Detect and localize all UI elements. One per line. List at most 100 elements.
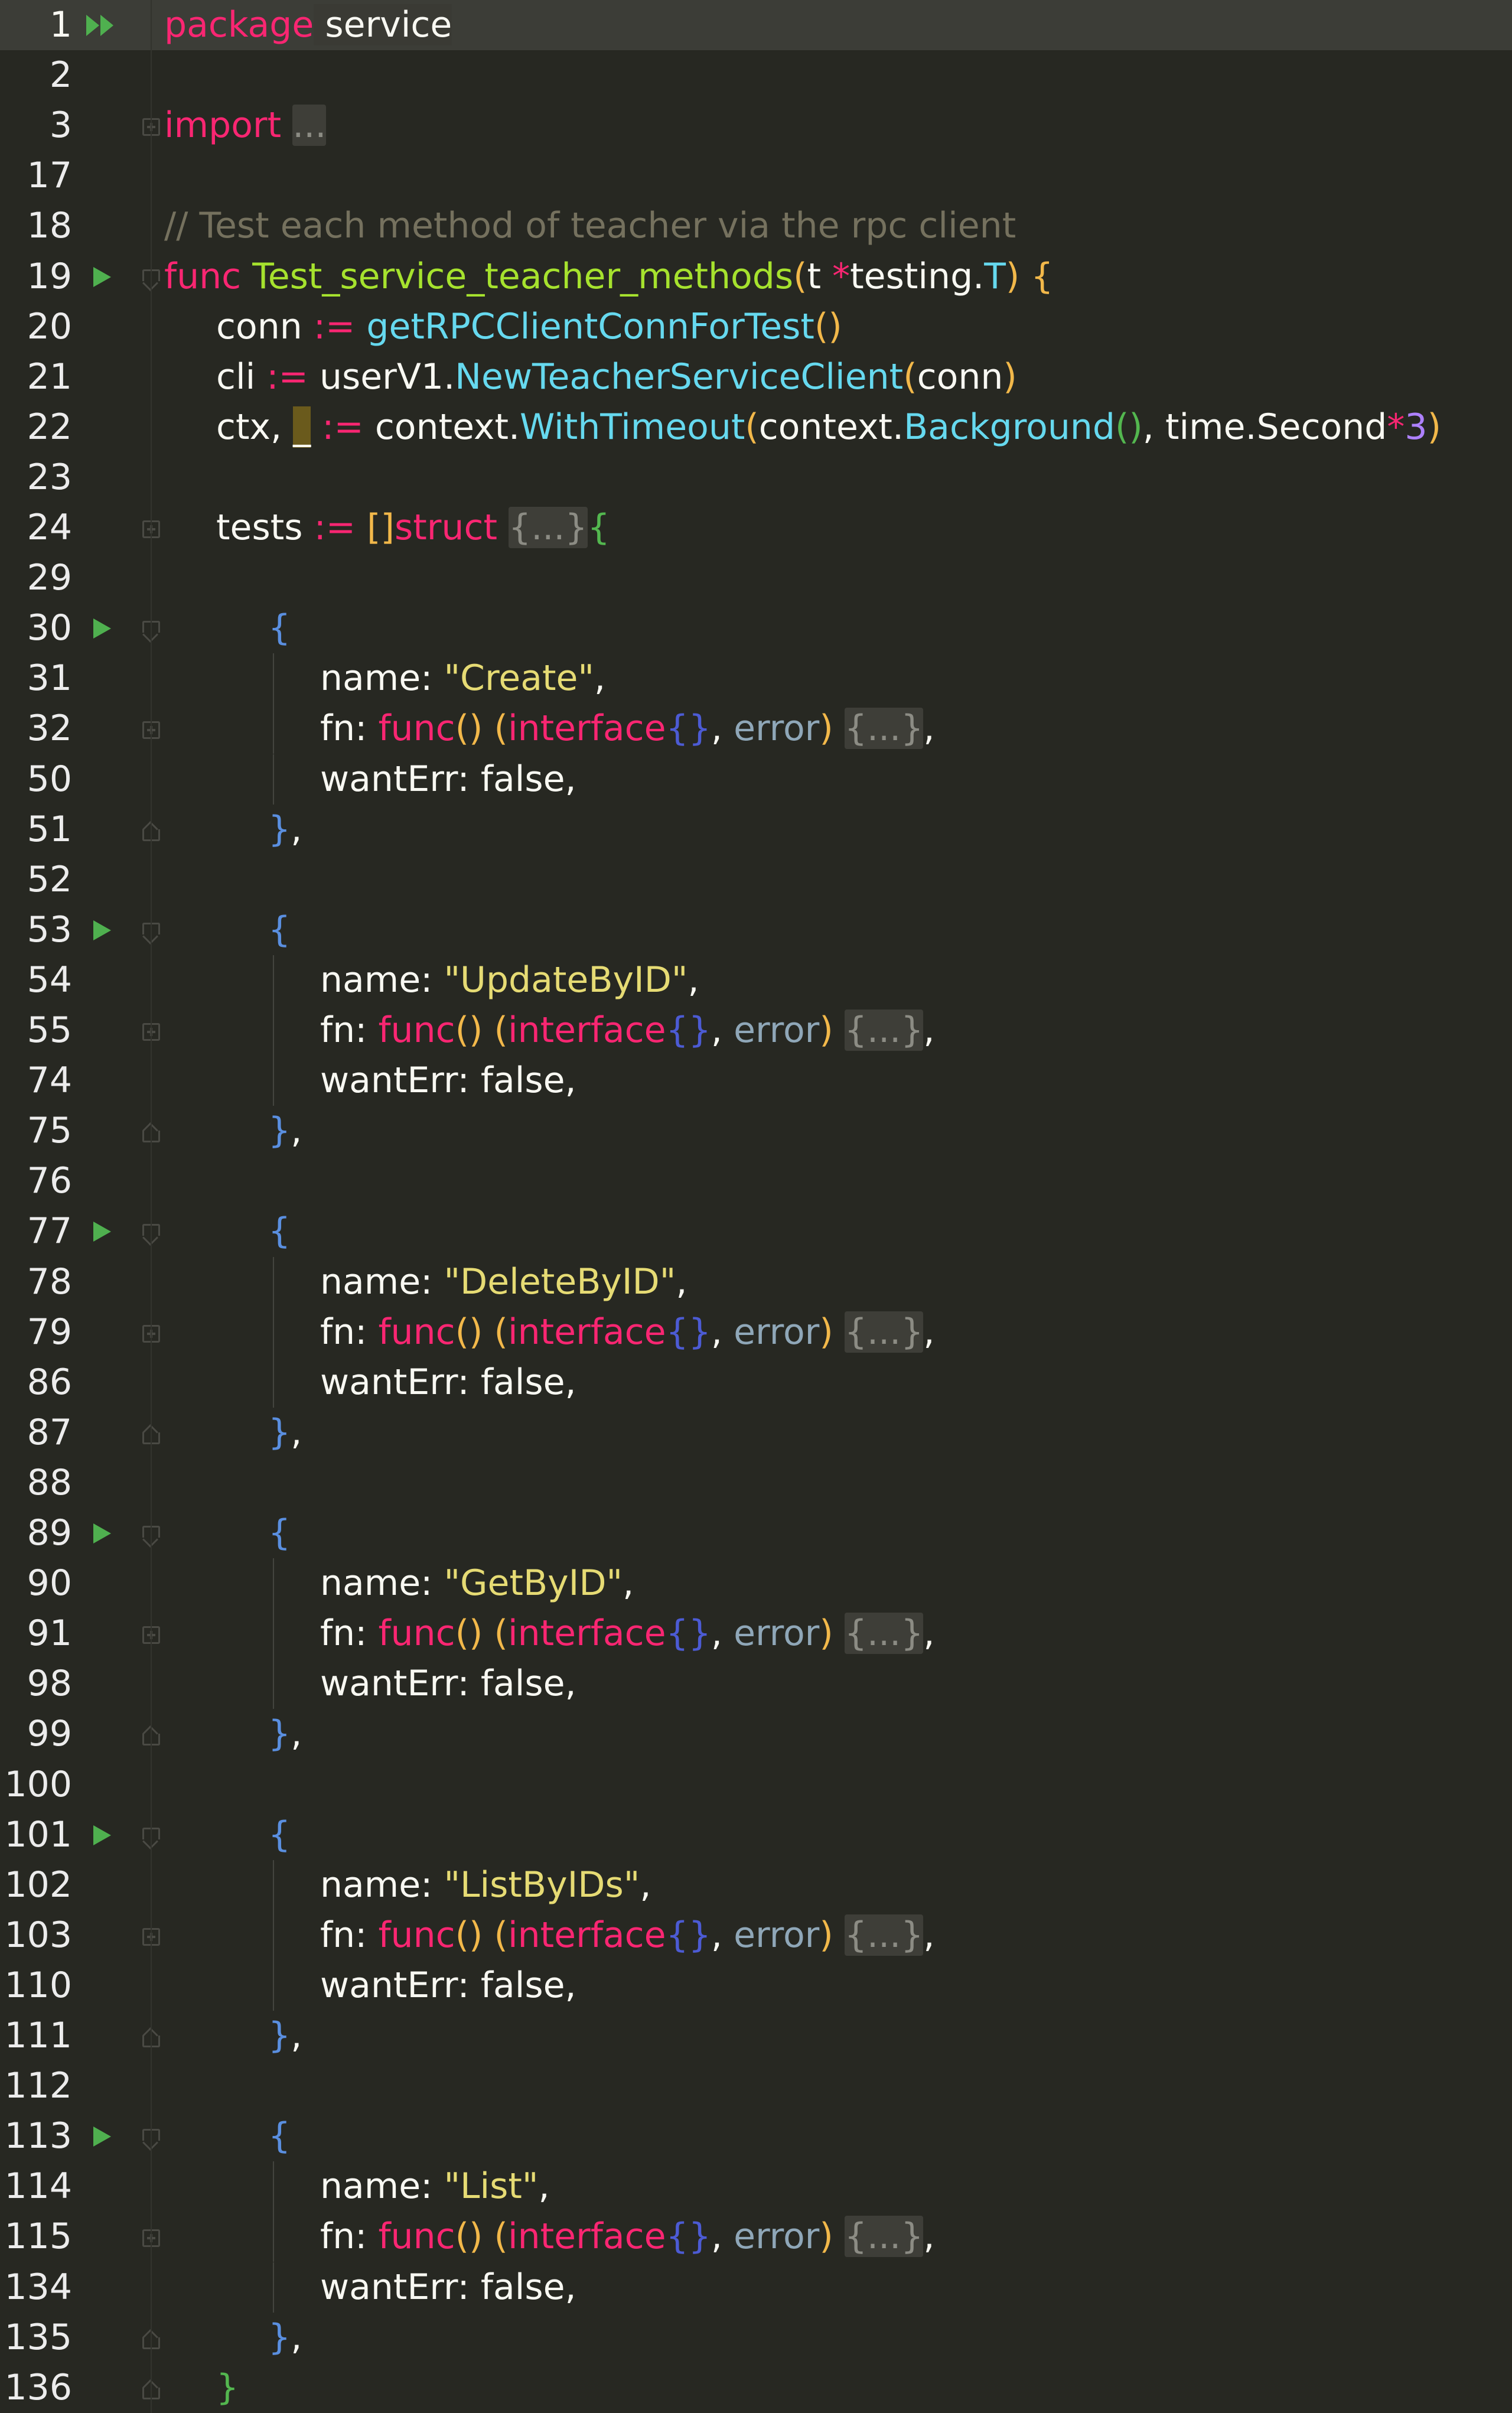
- code-text[interactable]: name: "List",: [320, 2161, 550, 2212]
- code-text[interactable]: fn: func() (interface{}, error) {...},: [320, 704, 934, 754]
- folded-region-placeholder[interactable]: {...}: [845, 1311, 924, 1353]
- code-line[interactable]: 17: [0, 151, 1512, 201]
- code-text[interactable]: // Test each method of teacher via the r…: [164, 201, 1016, 251]
- code-text[interactable]: },: [268, 805, 302, 855]
- code-line[interactable]: 101{: [0, 1810, 1512, 1860]
- code-text[interactable]: name: "DeleteByID",: [320, 1257, 687, 1307]
- code-text[interactable]: },: [268, 1106, 302, 1156]
- code-text[interactable]: package service: [164, 0, 452, 50]
- code-line[interactable]: 112: [0, 2061, 1512, 2111]
- code-line[interactable]: 136}: [0, 2363, 1512, 2413]
- code-text[interactable]: {: [268, 603, 291, 653]
- code-text[interactable]: func Test_service_teacher_methods(t *tes…: [164, 252, 1054, 302]
- code-text[interactable]: }: [216, 2363, 239, 2413]
- code-line[interactable]: 75},: [0, 1106, 1512, 1156]
- code-line[interactable]: 103fn: func() (interface{}, error) {...}…: [0, 1910, 1512, 1961]
- code-text[interactable]: },: [268, 1408, 302, 1458]
- code-text[interactable]: wantErr: false,: [320, 1357, 576, 1408]
- folded-region-placeholder[interactable]: ...: [292, 105, 326, 146]
- folded-region-placeholder[interactable]: {...}: [845, 1010, 924, 1051]
- code-line[interactable]: 79fn: func() (interface{}, error) {...},: [0, 1307, 1512, 1357]
- run-test-icon[interactable]: [93, 1222, 111, 1242]
- code-line[interactable]: 88: [0, 1458, 1512, 1508]
- code-text[interactable]: cli := userV1.NewTeacherServiceClient(co…: [216, 352, 1017, 402]
- run-test-icon[interactable]: [93, 618, 111, 639]
- code-text[interactable]: },: [268, 2313, 302, 2363]
- code-text[interactable]: fn: func() (interface{}, error) {...},: [320, 1608, 934, 1659]
- code-line[interactable]: 3import ...: [0, 100, 1512, 151]
- code-text[interactable]: },: [268, 2011, 302, 2061]
- code-text[interactable]: import ...: [164, 100, 326, 151]
- code-text[interactable]: tests := []struct {...}{: [216, 503, 610, 553]
- code-line[interactable]: 74wantErr: false,: [0, 1056, 1512, 1106]
- code-line[interactable]: 111},: [0, 2011, 1512, 2061]
- code-line[interactable]: 98wantErr: false,: [0, 1659, 1512, 1709]
- code-text[interactable]: wantErr: false,: [320, 754, 576, 805]
- code-line[interactable]: 2: [0, 50, 1512, 100]
- code-line[interactable]: 1package service: [0, 0, 1512, 50]
- run-test-icon[interactable]: [93, 920, 111, 940]
- code-line[interactable]: 87},: [0, 1408, 1512, 1458]
- code-text[interactable]: {: [268, 2111, 291, 2161]
- code-text[interactable]: name: "UpdateByID",: [320, 955, 699, 1005]
- code-text[interactable]: {: [268, 1206, 291, 1256]
- code-line[interactable]: 21cli := userV1.NewTeacherServiceClient(…: [0, 352, 1512, 402]
- code-line[interactable]: 55fn: func() (interface{}, error) {...},: [0, 1005, 1512, 1056]
- code-line[interactable]: 54name: "UpdateByID",: [0, 955, 1512, 1005]
- code-line[interactable]: 78name: "DeleteByID",: [0, 1257, 1512, 1307]
- run-test-icon[interactable]: [93, 2127, 111, 2147]
- code-line[interactable]: 100: [0, 1760, 1512, 1810]
- code-text[interactable]: {: [268, 905, 291, 955]
- code-line[interactable]: 89{: [0, 1508, 1512, 1558]
- code-line[interactable]: 102name: "ListByIDs",: [0, 1860, 1512, 1910]
- folded-region-placeholder[interactable]: {...}: [845, 1914, 924, 1956]
- code-text[interactable]: fn: func() (interface{}, error) {...},: [320, 1307, 934, 1357]
- code-text[interactable]: wantErr: false,: [320, 1056, 576, 1106]
- code-line[interactable]: 91fn: func() (interface{}, error) {...},: [0, 1608, 1512, 1659]
- code-text[interactable]: wantErr: false,: [320, 2262, 576, 2313]
- code-line[interactable]: 77{: [0, 1206, 1512, 1256]
- code-text[interactable]: ctx, _ := context.WithTimeout(context.Ba…: [216, 402, 1441, 452]
- code-text[interactable]: fn: func() (interface{}, error) {...},: [320, 1005, 934, 1056]
- code-text[interactable]: name: "ListByIDs",: [320, 1860, 651, 1910]
- code-text[interactable]: {: [268, 1810, 291, 1860]
- code-line[interactable]: 31name: "Create",: [0, 653, 1512, 704]
- code-line[interactable]: 115fn: func() (interface{}, error) {...}…: [0, 2212, 1512, 2262]
- folded-region-placeholder[interactable]: {...}: [845, 2216, 924, 2257]
- code-text[interactable]: },: [268, 1709, 302, 1759]
- run-test-icon[interactable]: [93, 267, 111, 287]
- code-line[interactable]: 20conn := getRPCClientConnForTest(): [0, 302, 1512, 352]
- code-text[interactable]: {: [268, 1508, 291, 1558]
- code-text[interactable]: fn: func() (interface{}, error) {...},: [320, 1910, 934, 1961]
- code-line[interactable]: 114name: "List",: [0, 2161, 1512, 2212]
- code-line[interactable]: 24tests := []struct {...}{: [0, 503, 1512, 553]
- code-line[interactable]: 19func Test_service_teacher_methods(t *t…: [0, 252, 1512, 302]
- code-line[interactable]: 134wantErr: false,: [0, 2262, 1512, 2313]
- code-line[interactable]: 52: [0, 855, 1512, 905]
- code-line[interactable]: 22ctx, _ := context.WithTimeout(context.…: [0, 402, 1512, 452]
- run-test-icon[interactable]: [93, 1523, 111, 1543]
- code-editor[interactable]: 1package service23import ...1718// Test …: [0, 0, 1512, 2407]
- code-text[interactable]: wantErr: false,: [320, 1659, 576, 1709]
- code-line[interactable]: 135},: [0, 2313, 1512, 2363]
- code-line[interactable]: 113{: [0, 2111, 1512, 2161]
- code-text[interactable]: name: "GetByID",: [320, 1558, 634, 1608]
- code-line[interactable]: 86wantErr: false,: [0, 1357, 1512, 1408]
- code-line[interactable]: 76: [0, 1156, 1512, 1206]
- code-line[interactable]: 110wantErr: false,: [0, 1961, 1512, 2011]
- code-line[interactable]: 51},: [0, 805, 1512, 855]
- code-line[interactable]: 50wantErr: false,: [0, 754, 1512, 805]
- code-line[interactable]: 53{: [0, 905, 1512, 955]
- code-text[interactable]: name: "Create",: [320, 653, 605, 704]
- folded-region-placeholder[interactable]: {...}: [845, 1613, 924, 1654]
- folded-region-placeholder[interactable]: {...}: [509, 507, 588, 548]
- code-line[interactable]: 30{: [0, 603, 1512, 653]
- code-line[interactable]: 18// Test each method of teacher via the…: [0, 201, 1512, 251]
- code-line[interactable]: 90name: "GetByID",: [0, 1558, 1512, 1608]
- code-text[interactable]: wantErr: false,: [320, 1961, 576, 2011]
- code-text[interactable]: fn: func() (interface{}, error) {...},: [320, 2212, 934, 2262]
- code-line[interactable]: 99},: [0, 1709, 1512, 1759]
- run-all-tests-icon[interactable]: [84, 13, 122, 38]
- run-test-icon[interactable]: [93, 1825, 111, 1845]
- code-line[interactable]: 29: [0, 553, 1512, 603]
